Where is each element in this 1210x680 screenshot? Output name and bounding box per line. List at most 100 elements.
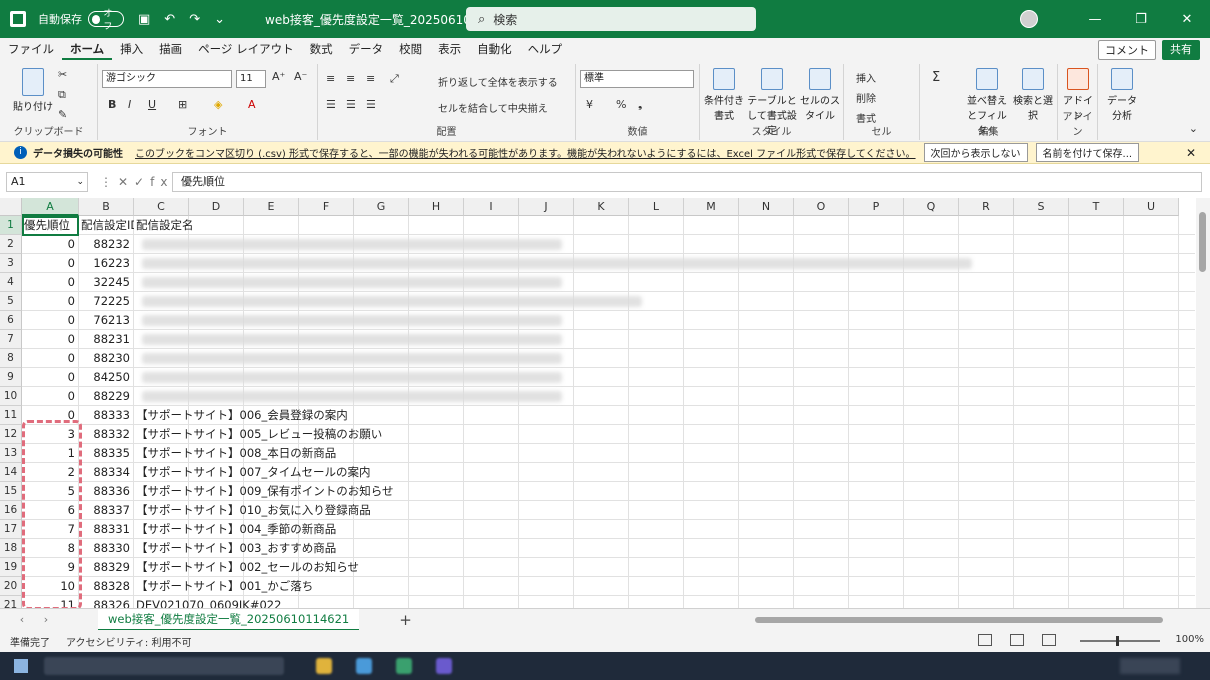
row-header-7[interactable]: 7 [0, 330, 22, 349]
comma-icon[interactable]: ❟ [638, 98, 642, 112]
cell-priority[interactable]: 0 [22, 311, 79, 330]
row-header-3[interactable]: 3 [0, 254, 22, 273]
row-header-17[interactable]: 17 [0, 520, 22, 539]
comment-button[interactable]: コメント [1098, 40, 1156, 60]
restore-icon[interactable]: ❐ [1118, 12, 1164, 27]
column-header-L[interactable]: L [629, 198, 684, 216]
column-header-B[interactable]: B [79, 198, 134, 216]
collapse-ribbon-icon[interactable]: ⌄ [1189, 122, 1198, 135]
row-header-13[interactable]: 13 [0, 444, 22, 463]
sheet-tab[interactable]: web接客_優先度設定一覧_20250610114621 [98, 608, 360, 631]
cell-delivery-id[interactable]: 88337 [79, 501, 134, 520]
row-header-2[interactable]: 2 [0, 235, 22, 254]
align-top-icon[interactable]: ≡ [326, 72, 335, 85]
share-button[interactable]: 共有 [1162, 40, 1200, 60]
row-header-16[interactable]: 16 [0, 501, 22, 520]
cell-delivery-id[interactable]: 88232 [79, 235, 134, 254]
column-header-K[interactable]: K [574, 198, 629, 216]
cell-delivery-name[interactable]: 【サポートサイト】002_セールのお知らせ [134, 558, 359, 577]
row-header-6[interactable]: 6 [0, 311, 22, 330]
row-header-10[interactable]: 10 [0, 387, 22, 406]
cell-delivery-id[interactable]: 88229 [79, 387, 134, 406]
horizontal-scroll-thumb[interactable] [755, 617, 1163, 623]
save-as-button[interactable]: 名前を付けて保存... [1035, 143, 1140, 162]
cell-delivery-id[interactable]: 32245 [79, 273, 134, 292]
cell-priority[interactable]: 0 [22, 254, 79, 273]
excel-taskbar-icon[interactable] [396, 658, 412, 674]
close-icon[interactable]: ✕ [1164, 12, 1210, 27]
zoom-level[interactable]: 100% [1175, 634, 1204, 645]
cut-icon[interactable]: ✂ [58, 68, 67, 81]
browser-icon[interactable] [356, 658, 372, 674]
cell-delivery-id[interactable]: 88326 [79, 596, 134, 608]
cell-delivery-id[interactable]: 16223 [79, 254, 134, 273]
row-header-4[interactable]: 4 [0, 273, 22, 292]
zoom-slider[interactable] [1080, 636, 1160, 646]
cell-delivery-name[interactable]: DEV021070_0609JK#022 [134, 596, 281, 608]
cell-priority[interactable]: 0 [22, 368, 79, 387]
currency-icon[interactable]: ¥ [586, 98, 593, 111]
align-middle-icon[interactable]: ≡ [346, 72, 355, 85]
add-sheet-icon[interactable]: + [399, 611, 412, 629]
column-header-E[interactable]: E [244, 198, 299, 216]
column-header-G[interactable]: G [354, 198, 409, 216]
infobar-close-icon[interactable]: ✕ [1186, 146, 1196, 160]
orientation-icon[interactable]: ⤢ [390, 72, 399, 86]
cell-delivery-id[interactable]: 76213 [79, 311, 134, 330]
normal-view-icon[interactable] [978, 634, 992, 646]
merge-center-button[interactable]: セルを結合して中央揃え [438, 100, 548, 115]
border-icon[interactable]: ⊞ [178, 98, 187, 111]
column-header-F[interactable]: F [299, 198, 354, 216]
tab-review[interactable]: 校閲 [391, 38, 430, 60]
row-header-21[interactable]: 21 [0, 596, 22, 608]
autosum-icon[interactable]: Σ [932, 70, 940, 85]
search-box[interactable]: ⌕ 検索 [466, 7, 756, 31]
cell-delivery-name[interactable]: 【サポートサイト】003_おすすめ商品 [134, 539, 336, 558]
column-header-C[interactable]: C [134, 198, 189, 216]
next-sheet-icon[interactable]: › [34, 613, 58, 626]
cell-delivery-id[interactable]: 88329 [79, 558, 134, 577]
align-left-icon[interactable]: ☰ [326, 98, 336, 111]
page-break-view-icon[interactable] [1042, 634, 1056, 646]
column-header-Q[interactable]: Q [904, 198, 959, 216]
cell-delivery-id[interactable]: 88335 [79, 444, 134, 463]
row-header-12[interactable]: 12 [0, 425, 22, 444]
font-color-icon[interactable]: A [248, 98, 256, 111]
file-explorer-icon[interactable] [316, 658, 332, 674]
data-analysis-button[interactable]: データ分析 [1104, 68, 1140, 122]
font-name-select[interactable]: 游ゴシック [102, 70, 232, 88]
row-header-5[interactable]: 5 [0, 292, 22, 311]
accessibility-status[interactable]: アクセシビリティ: 利用不可 [66, 634, 191, 649]
column-header-I[interactable]: I [464, 198, 519, 216]
column-header-U[interactable]: U [1124, 198, 1179, 216]
tab-data[interactable]: データ [341, 38, 392, 60]
start-icon[interactable] [14, 659, 28, 673]
prev-sheet-icon[interactable]: ‹ [10, 613, 34, 626]
tab-page-layout[interactable]: ページ レイアウト [190, 38, 301, 60]
cell-delivery-name[interactable]: 【サポートサイト】004_季節の新商品 [134, 520, 336, 539]
row-header-1[interactable]: 1 [0, 216, 22, 235]
tab-help[interactable]: ヘルプ [520, 38, 571, 60]
italic-icon[interactable]: I [128, 98, 131, 111]
cell-delivery-name[interactable]: 【サポートサイト】008_本日の新商品 [134, 444, 336, 463]
underline-icon[interactable]: U [148, 98, 156, 111]
tab-insert[interactable]: 挿入 [112, 38, 151, 60]
format-painter-icon[interactable]: ✎ [58, 108, 67, 121]
cell-priority[interactable]: 0 [22, 387, 79, 406]
align-bottom-icon[interactable]: ≡ [366, 72, 375, 85]
tab-file[interactable]: ファイル [0, 38, 62, 60]
column-header-O[interactable]: O [794, 198, 849, 216]
cell-delivery-id[interactable]: 84250 [79, 368, 134, 387]
shrink-font-icon[interactable]: A⁻ [294, 70, 307, 83]
cell-delivery-id[interactable]: 72225 [79, 292, 134, 311]
select-all-corner[interactable] [0, 198, 22, 216]
cell-delivery-name[interactable]: 【サポートサイト】009_保有ポイントのお知らせ [134, 482, 393, 501]
find-select-button[interactable]: 検索と選択 [1012, 68, 1054, 122]
spreadsheet-grid[interactable]: A B C D E F G H I J K L M N O P Q R S T U 1 優先順位 配信設定ID 配信設定名 2 0 8… [0, 198, 1195, 608]
avatar[interactable] [1020, 10, 1038, 28]
align-center-icon[interactable]: ☰ [346, 98, 356, 111]
row-header-9[interactable]: 9 [0, 368, 22, 387]
row-header-20[interactable]: 20 [0, 577, 22, 596]
cell-delivery-name[interactable]: 【サポートサイト】001_かご落ち [134, 577, 313, 596]
cell-delivery-name[interactable]: 【サポートサイト】010_お気に入り登録商品 [134, 501, 371, 520]
